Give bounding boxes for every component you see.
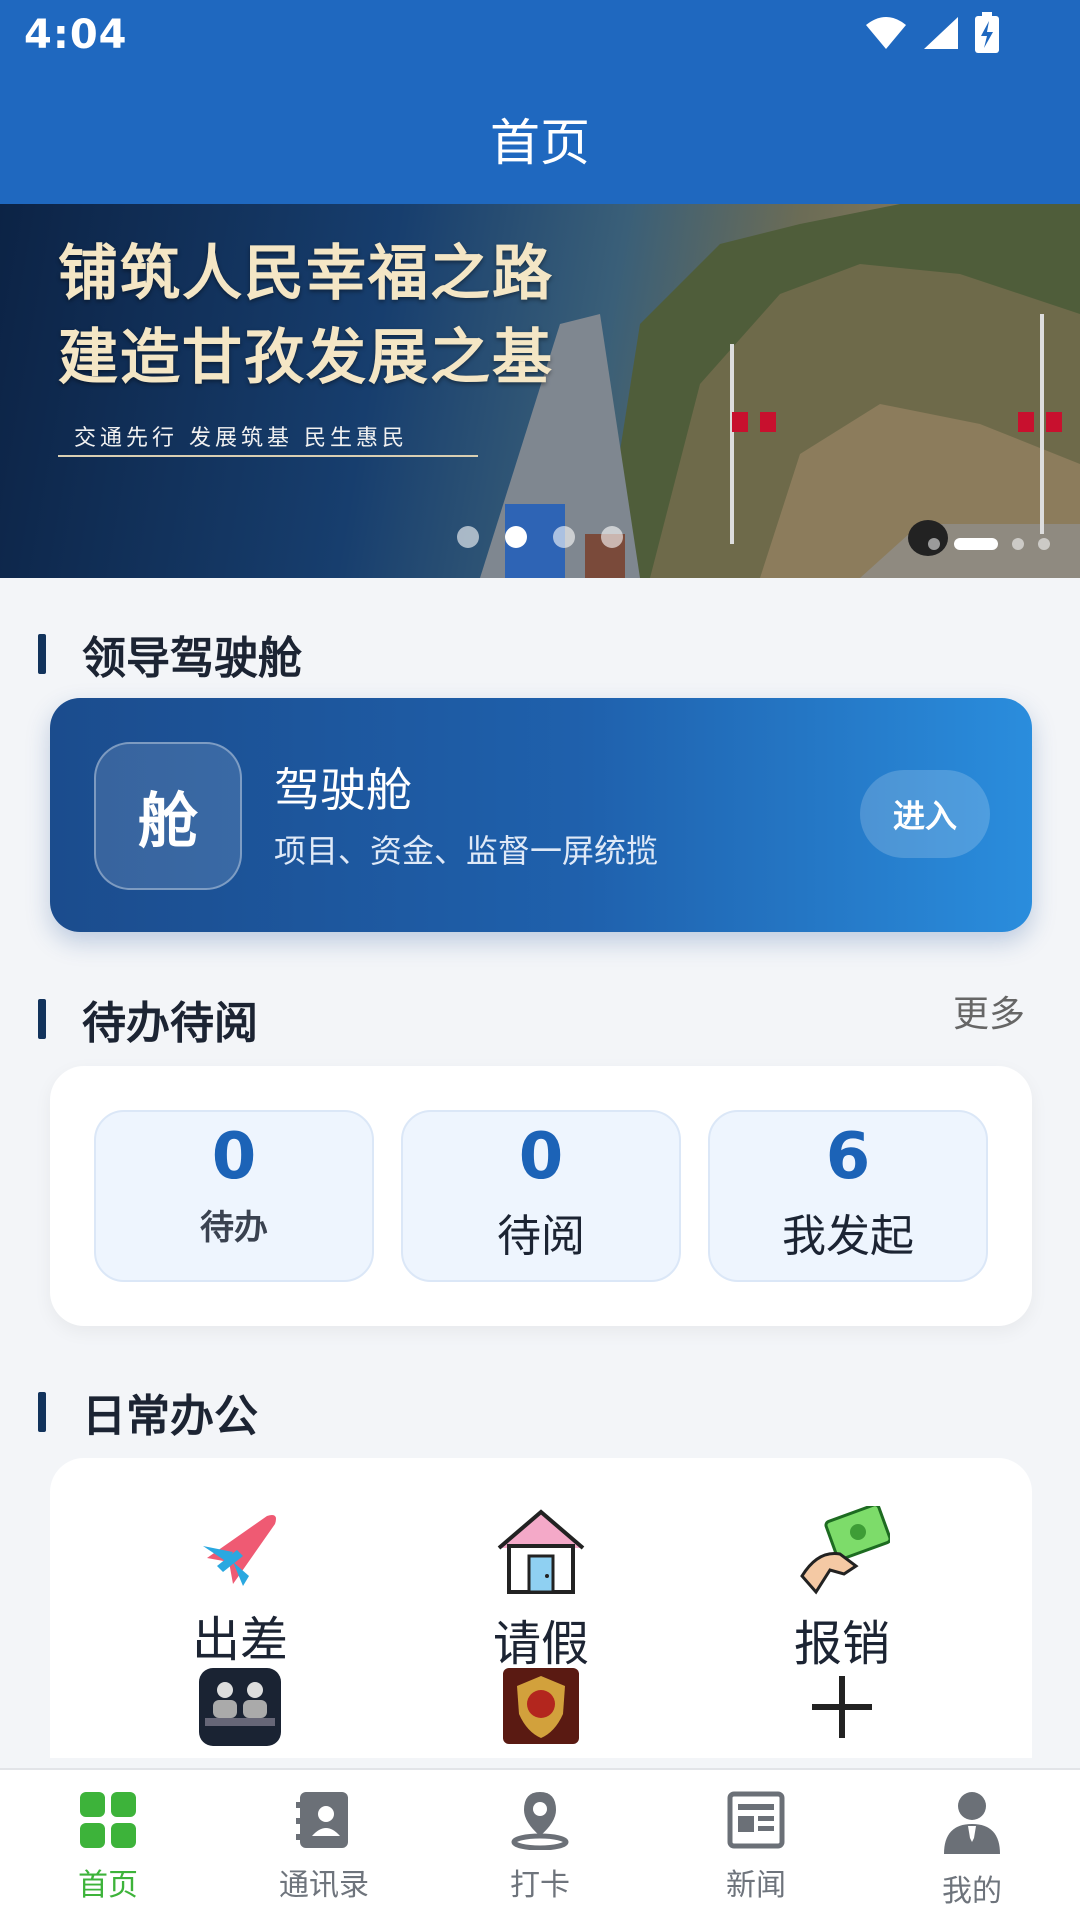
- nav-label: 打卡: [510, 1868, 570, 1903]
- indicator-dot: [928, 538, 940, 550]
- todo-pending-item[interactable]: 0 待办: [94, 1110, 374, 1282]
- todo-count: 6: [825, 1120, 871, 1194]
- indicator-dot: [1012, 538, 1024, 550]
- carousel-dot[interactable]: [553, 526, 575, 548]
- cockpit-title: 驾驶舱: [274, 763, 412, 817]
- image-indicator: [928, 538, 1050, 550]
- nav-news[interactable]: 新闻: [676, 1790, 836, 1904]
- house-icon: [497, 1509, 585, 1594]
- banner-headline: 铺筑人民幸福之路 建造甘孜发展之基: [58, 232, 554, 400]
- carousel-dots[interactable]: [457, 526, 623, 548]
- add-icon: [812, 1676, 872, 1738]
- banner-carousel[interactable]: 铺筑人民幸福之路 建造甘孜发展之基 交通先行 发展筑基 民生惠民: [0, 204, 1080, 578]
- banner-line2: 建造甘孜发展之基: [58, 323, 554, 393]
- nav-home[interactable]: 首页: [28, 1790, 188, 1904]
- todo-card: 0 待办 0 待阅 6 我发起: [50, 1066, 1032, 1326]
- indicator-dot: [1038, 538, 1050, 550]
- contacts-icon: [296, 1792, 348, 1848]
- nav-label: 通讯录: [279, 1868, 369, 1903]
- section-marker: [38, 999, 46, 1039]
- meeting-icon: [199, 1668, 281, 1746]
- section-header-cockpit: 领导驾驶舱: [38, 622, 302, 686]
- banner-line1: 铺筑人民幸福之路: [58, 239, 554, 309]
- nav-label: 我的: [942, 1874, 1002, 1909]
- carousel-dot[interactable]: [601, 526, 623, 548]
- grid-icon: [80, 1792, 136, 1848]
- add-item[interactable]: [732, 1666, 952, 1754]
- cockpit-icon: 舱: [94, 742, 242, 890]
- meeting-item[interactable]: [130, 1666, 350, 1754]
- section-header-office: 日常办公: [38, 1380, 258, 1444]
- business-trip-item[interactable]: 出差: [130, 1506, 350, 1670]
- badge-item[interactable]: [431, 1666, 651, 1754]
- nav-profile[interactable]: 我的: [892, 1790, 1052, 1910]
- banner-subtitle: 交通先行 发展筑基 民生惠民: [74, 426, 408, 451]
- nav-checkin[interactable]: 打卡: [460, 1790, 620, 1904]
- battery-icon: [974, 12, 1000, 58]
- todo-label: 待办: [200, 1208, 268, 1248]
- signal-icon: [922, 15, 960, 55]
- news-icon: [727, 1791, 785, 1849]
- airplane-icon: [203, 1515, 276, 1586]
- nav-label: 首页: [78, 1868, 138, 1903]
- section-title: 待办待阅: [82, 998, 258, 1049]
- banner-divider: [58, 455, 478, 457]
- section-marker: [38, 634, 46, 674]
- todo-initiated-item[interactable]: 6 我发起: [708, 1110, 988, 1282]
- section-marker: [38, 1392, 46, 1432]
- cockpit-subtitle: 项目、资金、监督一屏统揽: [274, 832, 659, 870]
- indicator-active: [954, 538, 998, 550]
- status-time: 4:04: [24, 12, 128, 58]
- nav-label: 新闻: [726, 1868, 786, 1903]
- office-card: 出差 请假 报销: [50, 1458, 1032, 1758]
- todo-label: 我发起: [782, 1211, 914, 1262]
- wifi-icon: [864, 15, 908, 55]
- section-title: 领导驾驶舱: [82, 633, 302, 684]
- reimbursement-item[interactable]: 报销: [732, 1503, 952, 1674]
- status-icons: [864, 12, 1000, 58]
- todo-count: 0: [518, 1120, 564, 1194]
- todo-read-item[interactable]: 0 待阅: [401, 1110, 681, 1282]
- office-label: 请假: [492, 1616, 589, 1672]
- section-title: 日常办公: [82, 1391, 258, 1442]
- page-title: 首页: [490, 114, 590, 172]
- leave-item[interactable]: 请假: [431, 1506, 651, 1674]
- carousel-dot-active[interactable]: [505, 526, 527, 548]
- bottom-navigation: 首页 通讯录 打卡 新闻 我的: [0, 1768, 1080, 1922]
- enter-button[interactable]: 进入: [860, 770, 990, 858]
- badge-icon: [503, 1668, 579, 1744]
- office-label: 报销: [793, 1616, 890, 1672]
- more-link[interactable]: 更多: [953, 985, 1025, 1037]
- office-label: 出差: [191, 1612, 288, 1668]
- app-header: 4:04 首页: [0, 0, 1080, 204]
- cockpit-card[interactable]: 舱 驾驶舱 项目、资金、监督一屏统揽 进入: [50, 698, 1032, 932]
- section-header-todo: 待办待阅: [38, 987, 258, 1051]
- nav-contacts[interactable]: 通讯录: [244, 1790, 404, 1904]
- todo-count: 0: [211, 1120, 257, 1194]
- location-pin-icon: [511, 1792, 569, 1851]
- user-icon: [944, 1792, 1000, 1854]
- carousel-dot[interactable]: [457, 526, 479, 548]
- money-hand-icon: [800, 1503, 892, 1595]
- todo-label: 待阅: [497, 1211, 585, 1262]
